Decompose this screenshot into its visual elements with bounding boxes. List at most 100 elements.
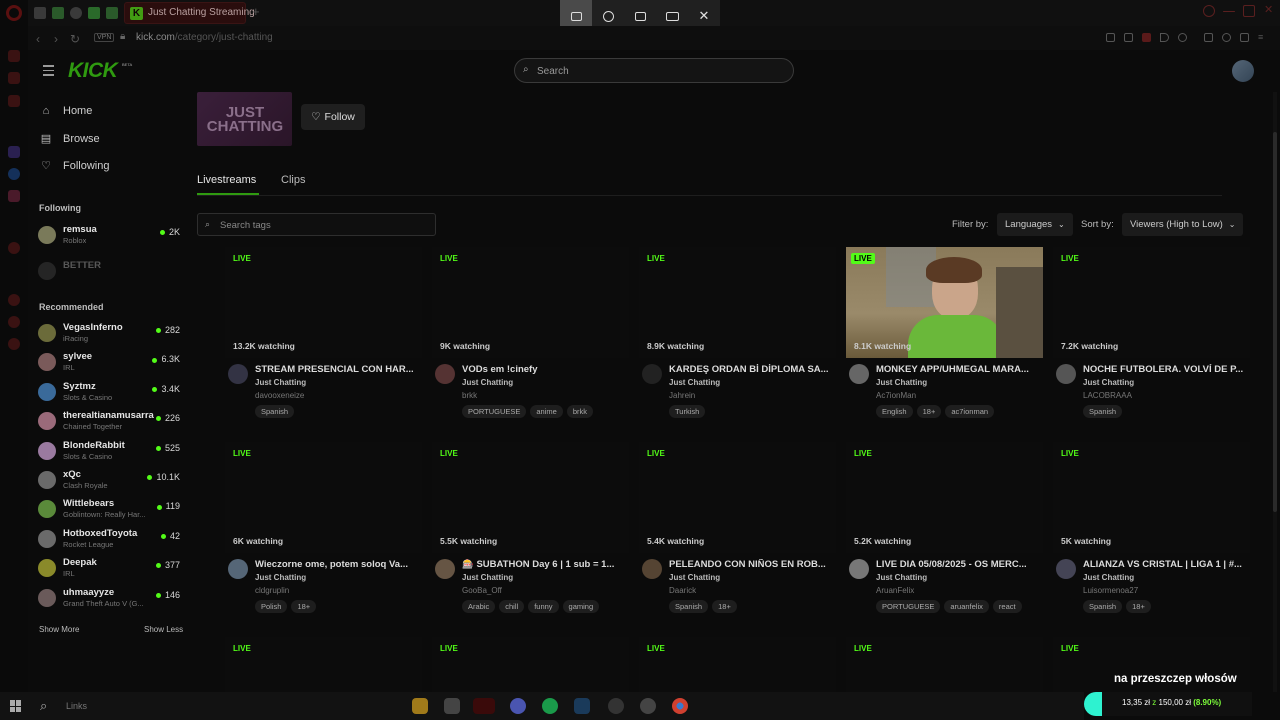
stream-tag[interactable]: react xyxy=(992,600,1022,613)
stream-card[interactable]: LIVE 5.2K watching LIVE DIA 05/08/2025 -… xyxy=(846,442,1043,627)
spotify-icon[interactable] xyxy=(542,698,558,714)
chrome-icon[interactable] xyxy=(672,698,688,714)
streamer-avatar[interactable] xyxy=(435,559,455,579)
kick-logo[interactable]: KICK xyxy=(68,59,118,83)
streamer-name[interactable]: Jahrein xyxy=(669,391,695,400)
app-icon[interactable] xyxy=(608,698,624,714)
stream-thumbnail[interactable]: LIVE 8.9K watching xyxy=(639,247,836,358)
back-icon[interactable]: ‹ xyxy=(36,32,40,46)
stream-title[interactable]: PELEANDO CON NIÑOS EN ROB... xyxy=(669,559,834,570)
stream-tag[interactable]: ac7ionman xyxy=(945,405,995,418)
new-tab-icon[interactable]: + xyxy=(252,4,260,19)
stream-title[interactable]: Wieczorne ome, potem soloq Va... xyxy=(255,559,420,570)
ad-title[interactable]: na przeszczep włosów xyxy=(1114,673,1237,685)
history-icon[interactable] xyxy=(8,294,20,306)
streamer-name[interactable]: LACOBRAAA xyxy=(1083,391,1132,400)
windows-start-icon[interactable] xyxy=(10,700,22,712)
streamer-avatar[interactable] xyxy=(849,559,869,579)
extensions-icon[interactable] xyxy=(1204,33,1213,42)
stream-category[interactable]: Just Chatting xyxy=(876,573,927,582)
sort-dropdown[interactable]: Viewers (High to Low) ⌄ xyxy=(1122,213,1244,236)
streamer-name[interactable]: AruanFelix xyxy=(876,586,914,595)
forward-icon[interactable]: › xyxy=(54,32,58,46)
follow-button[interactable]: ♡ Follow xyxy=(301,104,365,130)
stream-tag[interactable]: 18+ xyxy=(1126,600,1151,613)
vpn-badge[interactable]: VPN xyxy=(94,33,115,42)
streamer-avatar[interactable] xyxy=(1056,364,1076,384)
download-icon[interactable] xyxy=(1240,33,1249,42)
streamer-name[interactable]: GooBa_Off xyxy=(462,586,502,595)
stream-title[interactable]: VODs em !cinefy xyxy=(462,364,627,375)
stream-tag[interactable]: Polish xyxy=(255,600,288,613)
stream-card[interactable]: LIVE 5K watching ALIANZA VS CRISTAL | LI… xyxy=(1053,442,1250,627)
sidebar-app-icon[interactable] xyxy=(8,316,20,328)
stream-title[interactable]: STREAM PRESENCIAL CON HAR... xyxy=(255,364,420,375)
stream-card[interactable]: LIVE 9K watching VODs em !cinefy Just Ch… xyxy=(432,247,629,432)
nav-following[interactable]: ♡ Following xyxy=(40,159,109,173)
stream-thumbnail[interactable]: LIVE 6K watching xyxy=(225,442,422,553)
bookmark-icon[interactable] xyxy=(1106,33,1115,42)
stream-thumbnail[interactable]: LIVE 13.2K watching xyxy=(225,247,422,358)
wallet-icon[interactable] xyxy=(1222,33,1231,42)
stream-tag[interactable]: chill xyxy=(499,600,525,613)
stream-card[interactable]: LIVE xyxy=(225,637,422,692)
stream-tag[interactable]: 18+ xyxy=(712,600,737,613)
sidebar-channel[interactable]: therealtianamusarra Chained Together 226 xyxy=(38,409,188,435)
stream-category[interactable]: Just Chatting xyxy=(462,378,513,387)
twitch-icon[interactable] xyxy=(8,146,20,158)
discord-icon[interactable] xyxy=(510,698,526,714)
stream-tag[interactable]: PORTUGUESE xyxy=(462,405,527,418)
stream-tag[interactable]: 18+ xyxy=(291,600,317,613)
sidebar-channel[interactable]: uhmaayyze Grand Theft Auto V (G... 146 xyxy=(38,586,188,612)
tab-icon[interactable] xyxy=(88,7,100,19)
stream-tag[interactable]: Turkish xyxy=(669,405,706,418)
stream-category[interactable]: Just Chatting xyxy=(1083,573,1134,582)
sidebar-channel[interactable]: BlondeRabbit Slots & Casino 525 xyxy=(38,439,188,465)
stream-tag[interactable]: 18+ xyxy=(916,405,942,418)
stream-card[interactable]: LIVE xyxy=(639,637,836,692)
streamer-avatar[interactable] xyxy=(642,364,662,384)
snapshot-icon[interactable] xyxy=(1124,33,1133,42)
streamer-name[interactable]: brkk xyxy=(462,391,477,400)
minimize-icon[interactable] xyxy=(1223,11,1235,12)
tag-search-input[interactable]: ⌕ Search tags xyxy=(197,213,436,236)
stream-card[interactable]: LIVE 8.9K watching KARDEŞ ORDAN Bİ DİPLO… xyxy=(639,247,836,432)
ad-price[interactable]: 13,35 zł z 150,00 zł (8.90%) xyxy=(1102,692,1252,716)
stream-tag[interactable]: gaming xyxy=(562,600,600,613)
stream-title[interactable]: MONKEY APP/UHMEGAL MARA... xyxy=(876,364,1041,375)
reload-icon[interactable]: ↻ xyxy=(70,32,80,46)
streamer-avatar[interactable] xyxy=(642,559,662,579)
languages-dropdown[interactable]: Languages ⌄ xyxy=(997,213,1073,236)
stream-thumbnail[interactable]: LIVE xyxy=(225,637,422,692)
hamburger-menu-icon[interactable] xyxy=(43,65,54,79)
tab-icon[interactable] xyxy=(70,7,82,19)
search-tabs-icon[interactable] xyxy=(1203,5,1215,17)
tab-active[interactable]: K Just Chatting Streaming xyxy=(124,2,255,24)
stream-card[interactable]: LIVE 5.4K watching PELEANDO CON NIÑOS EN… xyxy=(639,442,836,627)
stream-thumbnail[interactable]: LIVE 9K watching xyxy=(432,247,629,358)
heart-icon[interactable] xyxy=(1178,33,1187,42)
stream-tag[interactable]: Arabic xyxy=(462,600,496,613)
tab-icon[interactable] xyxy=(52,7,64,19)
stream-thumbnail[interactable]: LIVE xyxy=(432,637,629,692)
streamer-avatar[interactable] xyxy=(228,364,248,384)
streamer-avatar[interactable] xyxy=(849,364,869,384)
stream-card[interactable]: LIVE 5.5K watching 🎰 SUBATHON Day 6 | 1 … xyxy=(432,442,629,627)
stream-tag[interactable]: funny xyxy=(528,600,559,613)
url-field[interactable]: kick.com/category/just-chatting xyxy=(136,32,273,43)
stream-tag[interactable]: anime xyxy=(530,405,563,418)
stream-tag[interactable]: Spanish xyxy=(669,600,709,613)
streamer-name[interactable]: Daarick xyxy=(669,586,696,595)
sidebar-channel[interactable]: VegasInferno iRacing 282 xyxy=(38,321,188,347)
sidebar-channel[interactable]: HotboxedToyota Rocket League 42 xyxy=(38,527,188,553)
shield-icon[interactable] xyxy=(1142,33,1151,42)
nav-browse[interactable]: ▤ Browse xyxy=(40,132,100,146)
stream-thumbnail[interactable]: LIVE xyxy=(846,637,1043,692)
file-explorer-icon[interactable] xyxy=(412,698,428,714)
stream-card[interactable]: LIVE xyxy=(432,637,629,692)
sidebar-app-icon[interactable] xyxy=(8,50,20,62)
stream-thumbnail[interactable]: LIVE 7.2K watching xyxy=(1053,247,1250,358)
stream-tag[interactable]: aruanfelix xyxy=(944,600,989,613)
stream-card[interactable]: LIVE 6K watching Wieczorne ome, potem so… xyxy=(225,442,422,627)
stream-category[interactable]: Just Chatting xyxy=(669,378,720,387)
